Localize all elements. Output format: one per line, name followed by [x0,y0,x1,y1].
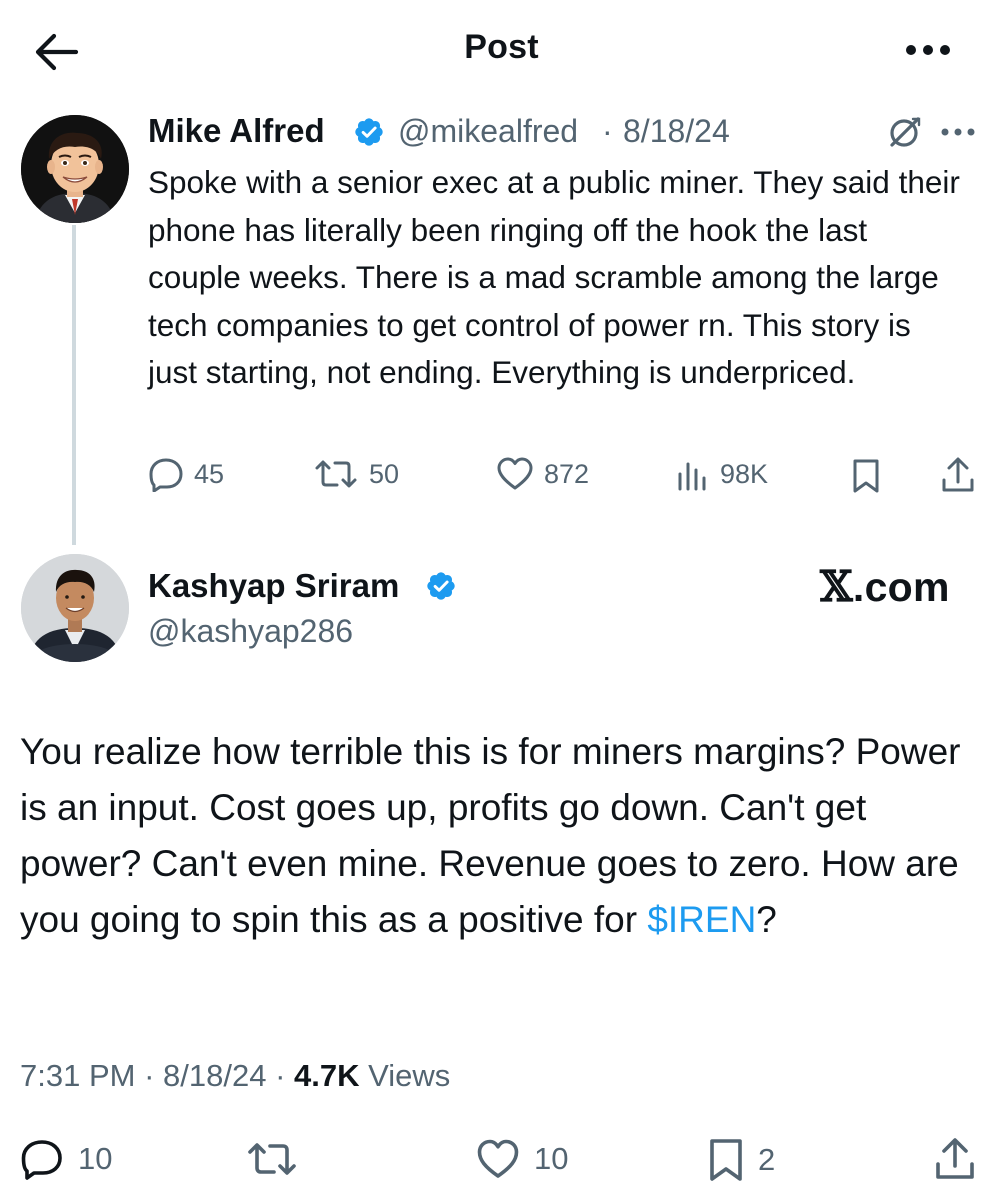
views-label: Views [368,1058,451,1093]
reply-icon [20,1138,64,1180]
x-logo-glyph: 𝕏 [820,562,853,611]
post-more-icon[interactable] [938,123,978,141]
share-icon[interactable] [934,1136,976,1182]
views-button[interactable]: 98K [676,456,768,492]
bookmark-icon [708,1138,744,1182]
analytics-icon [676,456,710,492]
avatar-kashyap-sriram[interactable] [21,554,129,662]
verified-badge-icon [353,116,385,148]
post-metadata: 7:31 PM · 8/18/24 · 4.7K Views [20,1058,450,1094]
reply-text-body: You realize how terrible this is for min… [20,731,961,940]
separator-dot: · [602,113,613,149]
thread-connector-line [72,225,76,545]
heart-icon [476,1138,520,1180]
like-button[interactable]: 10 [476,1138,568,1180]
reply-count: 45 [194,458,225,489]
page-title: Post [464,28,539,66]
repost-icon [246,1138,298,1180]
view-count: 98K [720,458,769,489]
separator-dot: · [275,1058,286,1093]
quoted-post-text: Spoke with a senior exec at a public min… [148,164,960,390]
bookmark-icon[interactable] [851,458,881,494]
author-name[interactable]: Kashyap Sriram [148,567,399,605]
author-name[interactable]: Mike Alfred [148,112,325,150]
repost-icon [313,456,359,492]
more-options-icon[interactable] [902,38,954,62]
reply-icon [148,456,184,492]
reply-count: 10 [78,1141,113,1176]
like-button[interactable]: 872 [496,456,589,492]
views-count: 4.7K [294,1058,360,1093]
repost-button[interactable]: 50 [313,456,399,492]
repost-button[interactable] [246,1138,298,1180]
reply-button[interactable]: 10 [20,1138,112,1180]
author-handle[interactable]: @kashyap286 [148,613,353,650]
post-date[interactable]: 8/18/24 [623,113,730,150]
author-handle[interactable]: @mikealfred [398,113,578,150]
like-count: 10 [534,1141,569,1176]
post-date: 8/18/24 [163,1058,267,1093]
share-icon[interactable] [940,456,976,494]
reply-button[interactable]: 45 [148,456,224,492]
watermark-domain: .com [852,564,950,610]
reply-post-text: You realize how terrible this is for min… [20,724,985,948]
grok-icon[interactable] [888,115,922,149]
post-time: 7:31 PM [20,1058,136,1093]
reply-text-end: ? [756,899,777,940]
like-count: 872 [544,458,590,489]
x-com-watermark: 𝕏.com [820,562,950,611]
repost-count: 50 [369,458,400,489]
separator-dot: · [144,1058,155,1093]
bookmark-count: 2 [758,1142,776,1177]
heart-icon [496,456,534,492]
verified-badge-icon [425,570,457,602]
bookmark-button[interactable]: 2 [708,1138,775,1182]
avatar-mike-alfred[interactable] [21,115,129,223]
cashtag-link[interactable]: $IREN [647,899,756,940]
